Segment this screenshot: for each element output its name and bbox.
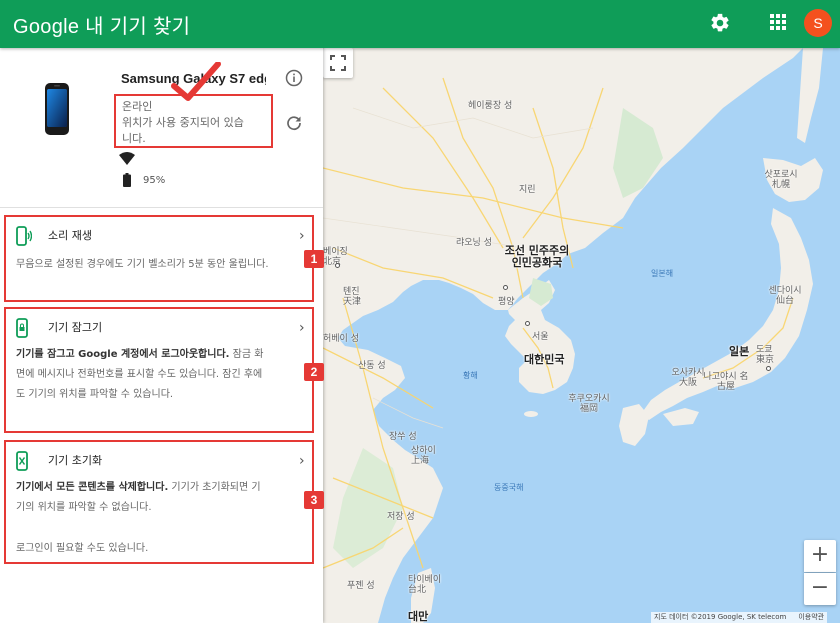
action-play-sound[interactable]: 소리 재생 › 무음으로 설정된 경우에도 기기 벨소리가 5분 동안 울립니다… [4,215,314,302]
action-title: 기기 초기화 [48,454,103,467]
battery-level: 95% [143,175,166,186]
device-status-box: 온라인 위치가 사용 중지되어 있습 니다. [114,94,273,148]
map-label-north-korea: 조선 민주주의 인민공화국 [504,244,570,269]
map-label-taipei: 타이베이 台北 [408,575,442,595]
map-label-taiwan: 대만 [408,610,429,623]
action-description: 기기에서 모든 콘텐츠를 삭제합니다. 기기가 초기화되면 기기의 위치를 파악… [16,478,266,518]
terms-link[interactable]: 이용약관 [798,613,824,621]
annotation-badge-3: 3 [304,491,324,509]
phone-device-icon [45,83,69,135]
action-description: 기기를 잠그고 Google 계정에서 로그아웃합니다. 잠금 화면에 메시지나… [16,345,266,405]
map-label-sapporo: 삿포로시 札幌 [764,170,798,190]
info-icon[interactable] [285,69,303,87]
fullscreen-button[interactable] [323,48,353,78]
map-attribution: 지도 데이터 ©2019 Google, SK telecom 이용약관 [651,612,828,623]
erase-device-icon [16,451,28,471]
map-label-japan: 일본 [729,345,750,358]
red-checkmark-annotation-icon [171,62,221,101]
map-label-tokyo: 도쿄 東京 [756,345,775,365]
device-card: Samsung Galaxy S7 edge 온라인 위치가 사용 중지되어 있… [0,48,323,208]
account-avatar[interactable]: S [804,9,832,37]
annotation-badge-2: 2 [304,363,324,381]
chevron-right-icon: › [299,228,305,244]
map-label-east-china-sea: 동중국해 [494,483,524,492]
action-erase-device[interactable]: 기기 초기화 › 기기에서 모든 콘텐츠를 삭제합니다. 기기가 초기화되면 기… [4,440,314,564]
map-label-jiangsu: 장쑤 성 [389,432,417,442]
chevron-right-icon: › [299,453,305,469]
lock-device-icon [16,318,28,338]
zoom-out-button[interactable]: − [804,573,836,605]
zoom-in-button[interactable]: + [804,540,836,572]
map-label-yellow-sea: 황해 [463,371,478,380]
map-label-hebei: 허베이 성 [323,334,359,344]
app-header: Google 내 기기 찾기 S [0,0,840,48]
map-label-nagoya: 나고야시 名古屋 [703,372,749,392]
map-label-shandong: 산동 성 [358,361,386,371]
map-label-liaoning: 랴오닝 성 [456,238,492,248]
map-marker-pyongyang [503,285,508,290]
map-label-jilin: 지린 [519,185,536,195]
settings-gear-icon[interactable] [709,12,731,34]
map-label-shanghai: 상하이 上海 [411,446,436,466]
map-label-tianjin: 톈진 天津 [343,287,362,307]
chevron-right-icon: › [299,320,305,336]
action-lock-device[interactable]: 기기 잠그기 › 기기를 잠그고 Google 계정에서 로그아웃합니다. 잠금… [4,307,314,433]
action-title: 기기 잠그기 [48,321,103,334]
action-description: 무음으로 설정된 경우에도 기기 벨소리가 5분 동안 울립니다. [16,255,281,275]
map-label-fukuoka: 후쿠오카시 福岡 [568,394,610,414]
action-description-note: 로그인이 필요할 수도 있습니다. [16,543,149,554]
refresh-icon[interactable] [285,114,303,132]
map-marker-tokyo [766,366,771,371]
action-desc-bold: 기기에서 모든 콘텐츠를 삭제합니다. [16,482,169,493]
map-label-sendai: 센다이시 仙台 [768,286,802,306]
map-marker-beijing [335,263,340,268]
play-sound-icon [16,226,32,246]
map-view[interactable]: 헤이룽장 성 지린 랴오닝 성 베이징 北京 톈진 天津 허베이 성 산동 성 … [323,48,840,623]
map-label-osaka: 오사카시 大阪 [671,368,705,388]
device-panel: Samsung Galaxy S7 edge 온라인 위치가 사용 중지되어 있… [0,48,324,623]
map-canvas[interactable] [323,48,840,623]
map-label-pyongyang: 평양 [498,297,515,307]
map-label-fujian: 푸젠 성 [347,581,375,591]
annotation-badge-1: 1 [304,250,324,268]
action-desc-bold: 기기를 잠그고 Google 계정에서 로그아웃합니다. [16,349,230,360]
app-title[interactable]: Google 내 기기 찾기 [13,10,190,39]
map-label-seoul: 서울 [532,332,549,342]
status-location-line2: 니다. [122,132,146,145]
map-label-sea-of-japan: 일본해 [651,269,674,278]
wifi-icon [119,152,135,165]
map-label-heilongjiang: 헤이룽장 성 [468,101,513,111]
map-label-south-korea: 대한민국 [524,353,565,366]
map-marker-seoul [525,321,530,326]
map-label-zhejiang: 저장 성 [387,512,415,522]
battery-icon [123,173,131,187]
action-desc-text: 무음으로 설정된 경우에도 기기 벨소리가 5분 동안 울립니다. [16,259,269,270]
attribution-text: 지도 데이터 ©2019 Google, SK telecom [654,613,787,621]
status-location-line1: 위치가 사용 중지되어 있습 [122,116,244,129]
apps-grid-icon[interactable] [769,13,787,31]
action-title: 소리 재생 [48,229,92,242]
